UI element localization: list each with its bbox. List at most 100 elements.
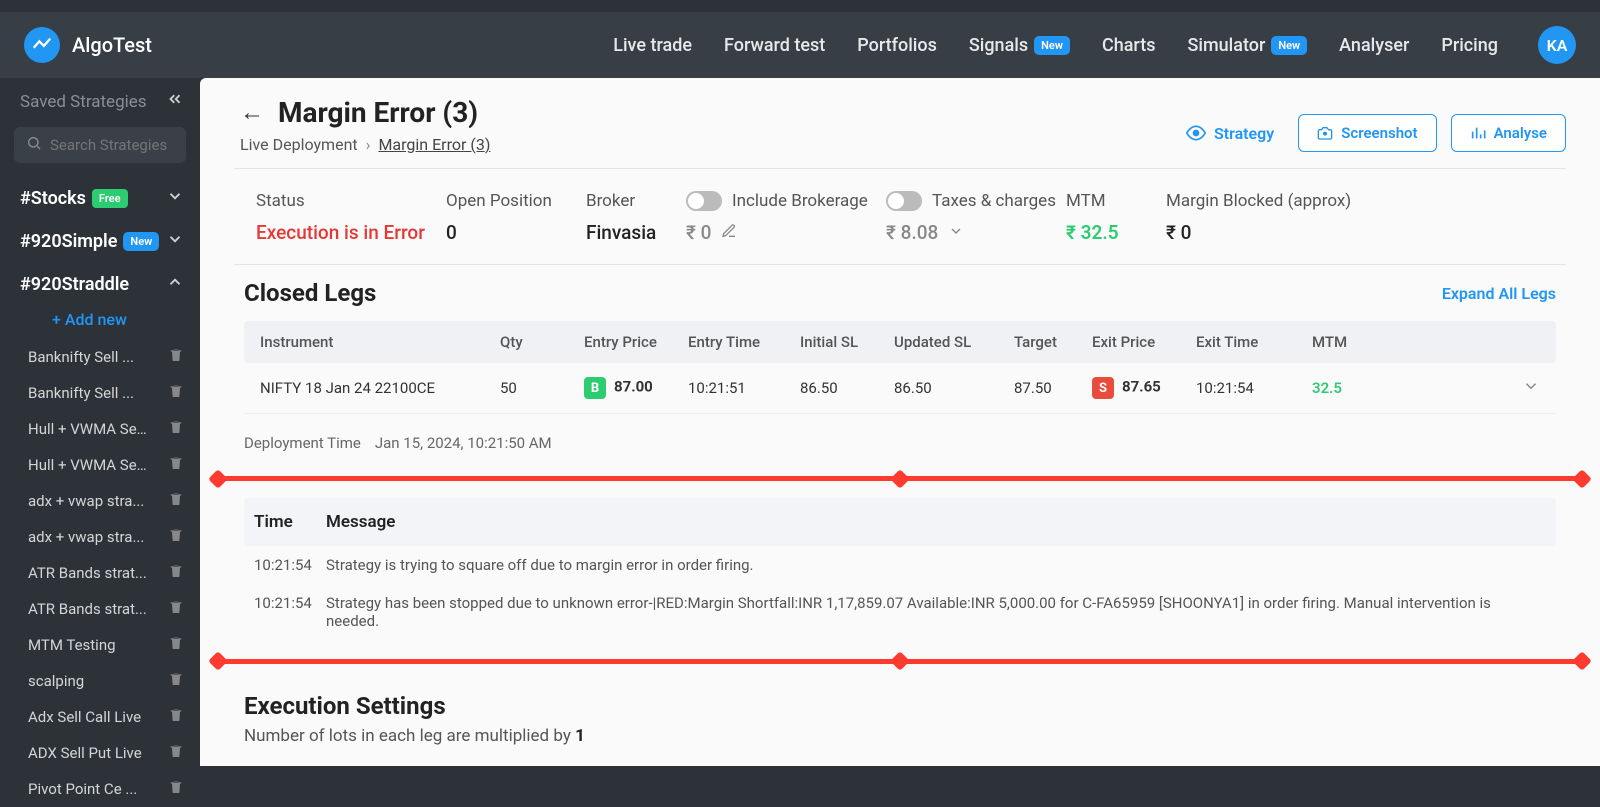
nav-portfolios[interactable]: Portfolios bbox=[857, 35, 937, 56]
avatar[interactable]: KA bbox=[1538, 26, 1576, 64]
trash-icon[interactable] bbox=[168, 635, 184, 655]
include-brokerage-label: Include Brokerage bbox=[732, 191, 868, 211]
trash-icon[interactable] bbox=[168, 455, 184, 475]
screenshot-label: Screenshot bbox=[1341, 124, 1417, 142]
nav-signals-label: Signals bbox=[969, 35, 1028, 56]
logo[interactable]: AlgoTest bbox=[24, 27, 152, 63]
th-message: Message bbox=[326, 512, 1540, 532]
list-item[interactable]: scalping bbox=[0, 663, 200, 699]
chevron-down-icon bbox=[166, 187, 184, 210]
breadcrumb-sep-icon: › bbox=[366, 135, 371, 154]
nav-links: Live trade Forward test Portfolios Signa… bbox=[613, 26, 1576, 64]
trash-icon[interactable] bbox=[168, 347, 184, 367]
cell-exit-time: 10:21:54 bbox=[1196, 379, 1312, 397]
deployment-time-label: Deployment Time bbox=[244, 434, 361, 452]
mtm-label: MTM bbox=[1066, 191, 1166, 211]
nav-simulator[interactable]: Simulator New bbox=[1187, 35, 1307, 56]
new-badge: New bbox=[123, 232, 159, 251]
include-brokerage-toggle[interactable] bbox=[686, 191, 722, 211]
trash-icon[interactable] bbox=[168, 419, 184, 439]
trash-icon[interactable] bbox=[168, 563, 184, 583]
table-row[interactable]: NIFTY 18 Jan 24 22100CE 50 B87.00 10:21:… bbox=[244, 363, 1556, 414]
nav-live-trade[interactable]: Live trade bbox=[613, 35, 692, 56]
trash-icon[interactable] bbox=[168, 527, 184, 547]
th-updated-sl: Updated SL bbox=[894, 333, 1014, 351]
execution-settings: Execution Settings Number of lots in eac… bbox=[200, 680, 1600, 766]
chart-icon bbox=[1470, 125, 1486, 141]
expand-all-legs-link[interactable]: Expand All Legs bbox=[1442, 284, 1556, 303]
strategy-name: Hull + VWMA Sel... bbox=[28, 456, 148, 474]
open-position-value: 0 bbox=[446, 221, 586, 244]
back-arrow-icon[interactable]: ← bbox=[240, 98, 264, 127]
trash-icon[interactable] bbox=[168, 707, 184, 727]
trash-icon[interactable] bbox=[168, 779, 184, 799]
nav-pricing[interactable]: Pricing bbox=[1441, 35, 1498, 56]
th-entry-price: Entry Price bbox=[584, 333, 688, 351]
strategy-name: ATR Bands strat... bbox=[28, 600, 147, 618]
trash-icon[interactable] bbox=[168, 599, 184, 619]
list-item[interactable]: ATR Bands strat... bbox=[0, 591, 200, 627]
chevron-down-icon[interactable] bbox=[1392, 377, 1540, 399]
nav-analyser[interactable]: Analyser bbox=[1339, 35, 1409, 56]
cell-target: 87.50 bbox=[1014, 379, 1092, 397]
chevron-down-icon bbox=[166, 230, 184, 253]
breadcrumb-current[interactable]: Margin Error (3) bbox=[378, 135, 490, 154]
breadcrumb-root[interactable]: Live Deployment bbox=[240, 135, 358, 154]
free-badge: Free bbox=[92, 189, 128, 208]
logo-icon bbox=[24, 27, 60, 63]
strategy-name: Hull + VWMA Sel... bbox=[28, 420, 148, 438]
analyse-button[interactable]: Analyse bbox=[1451, 114, 1566, 152]
chevron-down-icon[interactable] bbox=[948, 223, 964, 243]
list-item[interactable]: Hull + VWMA Sel... bbox=[0, 447, 200, 483]
strategy-name: Pivot Point Ce ... bbox=[28, 780, 137, 798]
status-grid: Status Execution is in Error Open Positi… bbox=[200, 169, 1600, 264]
strategy-badge[interactable]: Strategy bbox=[1186, 123, 1274, 143]
eye-icon bbox=[1186, 123, 1206, 143]
list-item[interactable]: Pivot Point Ce ... bbox=[0, 771, 200, 807]
sidebar: Saved Strategies #Stocks Free #920Simple… bbox=[0, 78, 200, 766]
nav-forward-test[interactable]: Forward test bbox=[724, 35, 825, 56]
nav-signals[interactable]: Signals New bbox=[969, 35, 1070, 56]
add-new-link[interactable]: + Add new bbox=[0, 306, 200, 339]
trash-icon[interactable] bbox=[168, 743, 184, 763]
nav-charts[interactable]: Charts bbox=[1102, 35, 1156, 56]
cell-qty: 50 bbox=[500, 379, 584, 397]
list-item[interactable]: Banknifty Sell ... bbox=[0, 375, 200, 411]
search-box[interactable] bbox=[14, 127, 186, 163]
broker-value: Finvasia bbox=[586, 221, 686, 244]
list-item[interactable]: Adx Sell Call Live bbox=[0, 699, 200, 735]
broker-label: Broker bbox=[586, 191, 686, 211]
th-qty: Qty bbox=[500, 333, 584, 351]
search-icon bbox=[26, 135, 42, 155]
trash-icon[interactable] bbox=[168, 383, 184, 403]
deployment-time: Deployment Time Jan 15, 2024, 10:21:50 A… bbox=[200, 414, 1600, 462]
saved-strategies-label: Saved Strategies bbox=[20, 92, 147, 112]
trash-icon[interactable] bbox=[168, 671, 184, 691]
main-content: ← Margin Error (3) Live Deployment › Mar… bbox=[200, 78, 1600, 766]
edit-icon[interactable] bbox=[721, 223, 737, 243]
navbar: AlgoTest Live trade Forward test Portfol… bbox=[0, 0, 1600, 78]
screenshot-button[interactable]: Screenshot bbox=[1298, 114, 1436, 152]
strategy-name: scalping bbox=[28, 672, 84, 690]
list-item[interactable]: Banknifty Sell ... bbox=[0, 339, 200, 375]
nav-simulator-label: Simulator bbox=[1187, 35, 1265, 56]
list-item[interactable]: adx + vwap stra... bbox=[0, 519, 200, 555]
th-mtm: MTM bbox=[1312, 333, 1392, 351]
search-input[interactable] bbox=[50, 136, 174, 154]
list-item[interactable]: adx + vwap stra... bbox=[0, 483, 200, 519]
trash-icon[interactable] bbox=[168, 491, 184, 511]
list-item[interactable]: MTM Testing bbox=[0, 627, 200, 663]
taxes-toggle[interactable] bbox=[886, 191, 922, 211]
tag-stocks[interactable]: #Stocks Free bbox=[0, 177, 200, 220]
list-item[interactable]: Hull + VWMA Sel... bbox=[0, 411, 200, 447]
tag-920straddle[interactable]: #920Straddle bbox=[0, 263, 200, 306]
collapse-icon[interactable] bbox=[166, 90, 184, 113]
tag-920simple[interactable]: #920Simple New bbox=[0, 220, 200, 263]
new-badge: New bbox=[1271, 36, 1307, 55]
cell-mtm: 32.5 bbox=[1312, 379, 1392, 397]
list-item[interactable]: ATR Bands strat... bbox=[0, 555, 200, 591]
execution-settings-subtitle: Number of lots in each leg are multiplie… bbox=[244, 726, 1556, 746]
mtm-value: ₹ 32.5 bbox=[1066, 221, 1166, 244]
analyse-label: Analyse bbox=[1494, 124, 1547, 142]
margin-label: Margin Blocked (approx) bbox=[1166, 191, 1556, 211]
